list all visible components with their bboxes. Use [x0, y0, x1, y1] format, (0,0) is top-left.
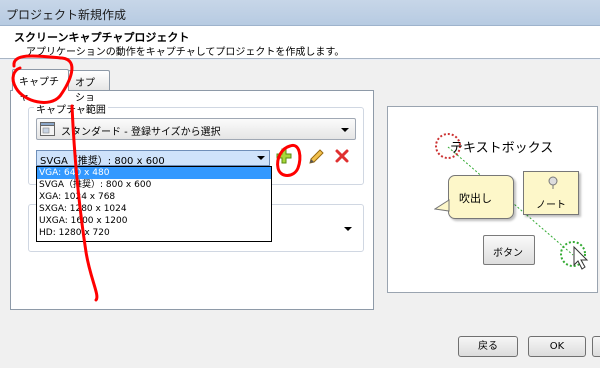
- preview-textbox-label: テキストボックス: [450, 141, 554, 156]
- resolution-option-sxga[interactable]: SXGA: 1280 x 1024: [37, 203, 271, 215]
- resolution-dropdown-list: VGA: 640 x 480 SVGA（推奨）: 800 x 600 XGA: …: [36, 166, 272, 242]
- chevron-down-icon: [341, 128, 349, 132]
- cancel-button[interactable]: [592, 336, 600, 357]
- delete-size-button[interactable]: [332, 146, 352, 166]
- x-icon: [335, 149, 349, 163]
- resolution-option-xga[interactable]: XGA: 1024 x 768: [37, 191, 271, 203]
- preview-balloon: 吹出し: [448, 175, 514, 219]
- plus-icon: [276, 148, 292, 164]
- balloon-label: 吹出し: [459, 192, 492, 205]
- edit-size-button[interactable]: [306, 146, 326, 166]
- wizard-header: スクリーンキャプチャプロジェクト アプリケーションの動作をキャプチャしてプロジェ…: [0, 26, 600, 59]
- pencil-icon: [309, 149, 324, 164]
- balloon-tail-icon: [434, 199, 450, 212]
- preset-label: スタンダード - 登録サイズから選択: [61, 127, 221, 138]
- resolution-option-svga[interactable]: SVGA（推奨）: 800 x 600: [37, 179, 271, 191]
- preset-select[interactable]: スタンダード - 登録サイズから選択: [36, 118, 356, 140]
- title-bar: プロジェクト新規作成: [0, 0, 600, 26]
- tab-option[interactable]: オプション: [68, 70, 110, 119]
- group-label: キャプチャ範囲: [34, 101, 108, 116]
- tab-capture[interactable]: キャプチャ: [12, 69, 69, 103]
- preview-note: ノート: [523, 171, 579, 215]
- preview-button: ボタン: [483, 235, 535, 265]
- chevron-down-icon[interactable]: [344, 227, 352, 231]
- preview-pane: テキストボックス 吹出し ノート ボタン: [387, 106, 598, 293]
- resolution-value: SVGA（推奨）: 800 x 600: [40, 156, 165, 167]
- note-label: ノート: [536, 200, 566, 211]
- add-size-button[interactable]: [274, 146, 294, 166]
- window-icon: [40, 122, 55, 136]
- resolution-combo[interactable]: SVGA（推奨）: 800 x 600: [36, 150, 270, 167]
- window-title: プロジェクト新規作成: [6, 8, 127, 22]
- resolution-option-hd[interactable]: HD: 1280 x 720: [37, 227, 271, 239]
- preview-button-label: ボタン: [493, 248, 523, 259]
- header-subtitle: アプリケーションの動作をキャプチャしてプロジェクトを作成します。: [26, 47, 345, 58]
- pin-icon: [548, 176, 558, 189]
- back-button[interactable]: 戻る: [458, 336, 518, 357]
- resolution-option-uxga[interactable]: UXGA: 1600 x 1200: [37, 215, 271, 227]
- ok-button[interactable]: OK: [528, 336, 586, 357]
- resolution-option-vga[interactable]: VGA: 640 x 480: [37, 167, 271, 179]
- chevron-down-icon[interactable]: [257, 156, 265, 160]
